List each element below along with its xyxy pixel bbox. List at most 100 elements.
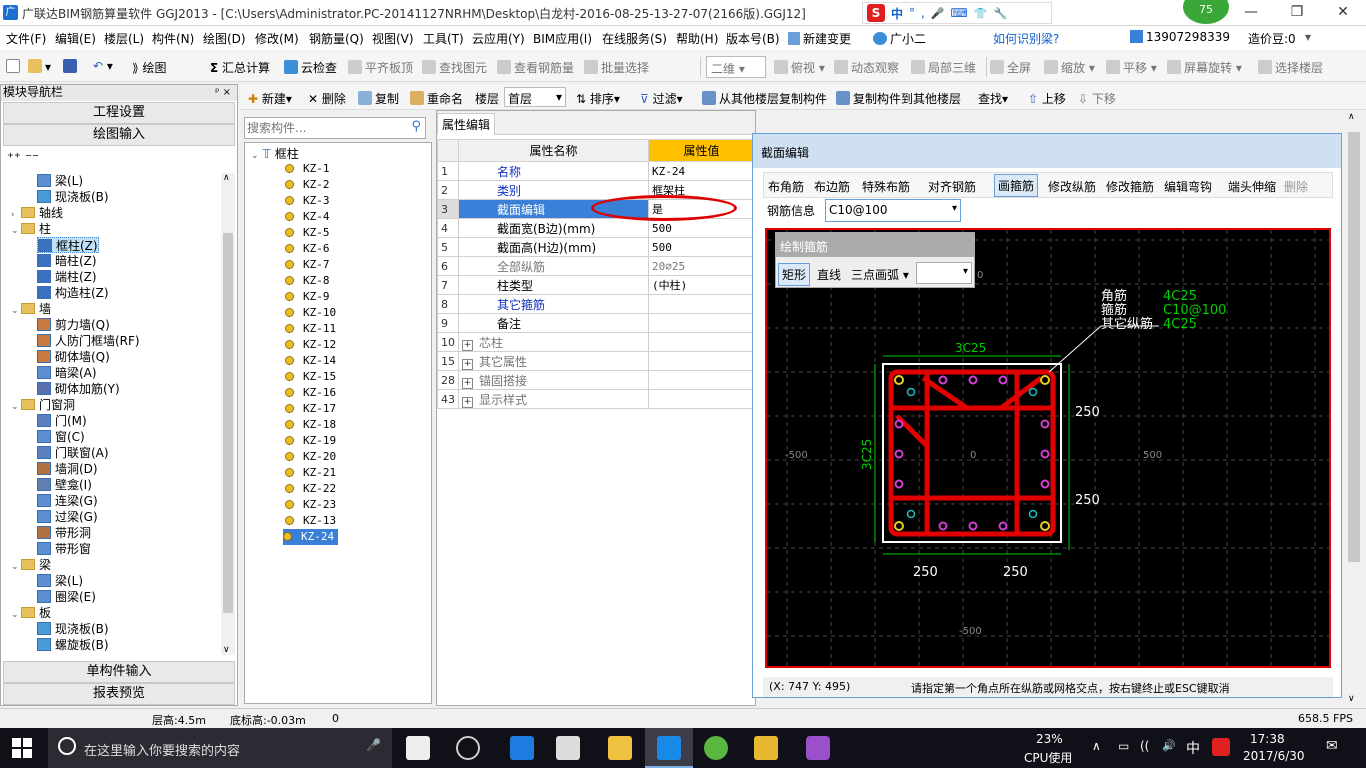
sogou-tray-icon[interactable] [1212, 738, 1230, 756]
tree-item[interactable]: 梁(L) [37, 173, 83, 189]
component-item[interactable]: KZ-2 [285, 177, 330, 193]
view-rebar-button[interactable]: 查看钢筋量 [497, 59, 574, 76]
menu-new-change[interactable]: 新建变更 [788, 30, 851, 47]
component-item[interactable]: KZ-14 [285, 353, 336, 369]
property-row[interactable]: 28 + 锚固搭接 [437, 370, 755, 390]
new-component-button[interactable]: ✚ 新建▾ [248, 90, 292, 107]
skin-icon[interactable]: 👕 [974, 7, 988, 20]
tree-item[interactable]: ⌄ 梁 [11, 557, 51, 573]
property-row[interactable]: 15 + 其它属性 [437, 351, 755, 371]
tree-item[interactable]: 暗柱(Z) [37, 253, 97, 269]
move-up-button[interactable]: ⇧ 上移 [1028, 90, 1066, 107]
find-element-button[interactable]: 查找图元 [422, 59, 487, 76]
tree-item[interactable]: 连梁(G) [37, 493, 98, 509]
copy-button[interactable]: 复制 [358, 90, 399, 107]
edge-icon[interactable] [510, 736, 534, 760]
expand-toggle-icon[interactable]: ⌄ [11, 559, 21, 575]
property-row[interactable]: 3 截面编辑 是 [437, 195, 755, 221]
menu-view[interactable]: 视图(V) [372, 30, 414, 47]
keyboard-icon[interactable]: ⌨ [951, 6, 968, 20]
property-row[interactable]: 8 其它箍筋 [437, 294, 755, 314]
find-button[interactable]: 查找▾ [978, 90, 1008, 107]
tree-item[interactable]: 砌体墙(Q) [37, 349, 110, 365]
qihoo-icon[interactable] [704, 736, 728, 760]
expand-toggle-icon[interactable]: ⌄ [11, 223, 21, 239]
component-item[interactable]: KZ-9 [285, 289, 330, 305]
batch-select-button[interactable]: 批量选择 [584, 59, 649, 76]
tree-item[interactable]: ⌄ 墙 [11, 301, 51, 317]
tree-item[interactable]: ⌄ 板 [11, 605, 51, 621]
menu-file[interactable]: 文件(F) [6, 30, 46, 47]
property-row[interactable]: 9 备注 [437, 313, 755, 333]
score-badge[interactable]: 75 [1183, 0, 1229, 24]
windows-start-icon[interactable] [12, 738, 32, 758]
tree-item[interactable]: 端柱(Z) [37, 269, 97, 285]
component-item[interactable]: KZ-7 [285, 257, 330, 273]
search-icon[interactable]: ⚲ [411, 119, 421, 134]
punct-icon[interactable]: ° [909, 6, 915, 20]
undo-icon[interactable]: ↶ ▾ [93, 59, 113, 73]
expand-toggle-icon[interactable]: ⌄ [11, 303, 21, 319]
component-item[interactable]: KZ-17 [285, 401, 336, 417]
menu-component[interactable]: 构件(N) [152, 30, 194, 47]
volume-icon[interactable]: 🔊 [1162, 739, 1176, 752]
microphone-icon[interactable]: 🎤 [366, 738, 381, 752]
menu-cloud[interactable]: 云应用(Y) [472, 30, 525, 47]
section-tool-button[interactable]: 修改箍筋 [1106, 178, 1154, 195]
property-row[interactable]: 7 柱类型 (中柱) [437, 275, 755, 295]
property-row[interactable]: 2 类别 框架柱 [437, 180, 755, 200]
property-value[interactable] [648, 389, 755, 409]
save-icon[interactable] [63, 59, 80, 74]
rebar-info-select[interactable]: C10@100 ▾ [825, 199, 961, 222]
draw-button[interactable]: ⟫ 绘图 [132, 59, 167, 76]
tree-item[interactable]: 带形洞 [37, 525, 91, 541]
user-account[interactable]: 13907298339 [1130, 30, 1230, 44]
component-item[interactable]: KZ-11 [285, 321, 336, 337]
menu-floor[interactable]: 楼层(L) [104, 30, 144, 47]
component-item[interactable]: KZ-23 [285, 497, 336, 513]
tree-item[interactable]: 框柱(Z) [37, 237, 99, 253]
tree-item[interactable]: › 轴线 [11, 205, 63, 221]
expand-all-icon[interactable]: ⁺⁺ ⁻⁻ [7, 151, 39, 166]
rename-button[interactable]: 重命名 [410, 90, 463, 107]
section-tool-button[interactable]: 端头伸缩 [1228, 178, 1276, 195]
property-value[interactable]: KZ-24 [648, 161, 755, 181]
ime-indicator[interactable]: 中 [1186, 738, 1200, 758]
top-view-button[interactable]: 俯视 ▾ [774, 59, 825, 76]
ime-mode[interactable]: 中 [891, 5, 903, 22]
local-3d-button[interactable]: 局部三维 [911, 59, 976, 76]
property-row[interactable]: 6 全部纵筋 20⌀25 [437, 256, 755, 276]
new-file-icon[interactable] [6, 59, 23, 74]
report-preview-button[interactable]: 报表预览 [3, 683, 235, 705]
tree-item[interactable]: 门联窗(A) [37, 445, 109, 461]
right-scrollbar[interactable]: ∧ ∨ [1344, 110, 1364, 706]
component-item[interactable]: KZ-18 [285, 417, 336, 433]
section-tool-button[interactable]: 删除 [1284, 178, 1308, 195]
component-item[interactable]: KZ-21 [285, 465, 336, 481]
tab-property-edit[interactable]: 属性编辑 [437, 113, 496, 135]
tree-item[interactable]: 暗梁(A) [37, 365, 97, 381]
section-tool-button[interactable]: 布边筋 [814, 178, 850, 195]
tree-item[interactable]: 圈梁(E) [37, 589, 96, 605]
property-row[interactable]: 10 + 芯柱 [437, 332, 755, 352]
menu-rebar-qty[interactable]: 钢筋量(Q) [309, 30, 364, 47]
file-explorer-icon[interactable] [608, 736, 632, 760]
task-view-icon[interactable] [406, 736, 430, 760]
property-value[interactable]: (中柱) [648, 275, 755, 295]
line-mode-button[interactable]: 直线 [814, 264, 844, 285]
tree-item[interactable]: 窗(C) [37, 429, 85, 445]
tree-item[interactable]: 剪力墙(Q) [37, 317, 110, 333]
notification-icon[interactable]: ✉ [1326, 738, 1338, 754]
tree-item[interactable]: 带形窗 [37, 541, 91, 557]
move-down-button[interactable]: ⇩ 下移 [1078, 90, 1116, 107]
property-value[interactable] [648, 332, 755, 352]
tree-item[interactable]: 现浇板(B) [37, 621, 109, 637]
avatar-app-icon[interactable] [806, 736, 830, 760]
view-mode-select[interactable]: 二维 ▾ [706, 56, 766, 78]
scroll-thumb[interactable] [223, 233, 233, 613]
component-search-input[interactable] [247, 120, 397, 136]
maximize-button[interactable]: ❐ [1274, 0, 1320, 26]
scroll-up-icon[interactable]: ∧ [1348, 112, 1355, 122]
zoom-button[interactable]: 缩放 ▾ [1044, 59, 1095, 76]
property-row[interactable]: 43 + 显示样式 [437, 389, 755, 409]
